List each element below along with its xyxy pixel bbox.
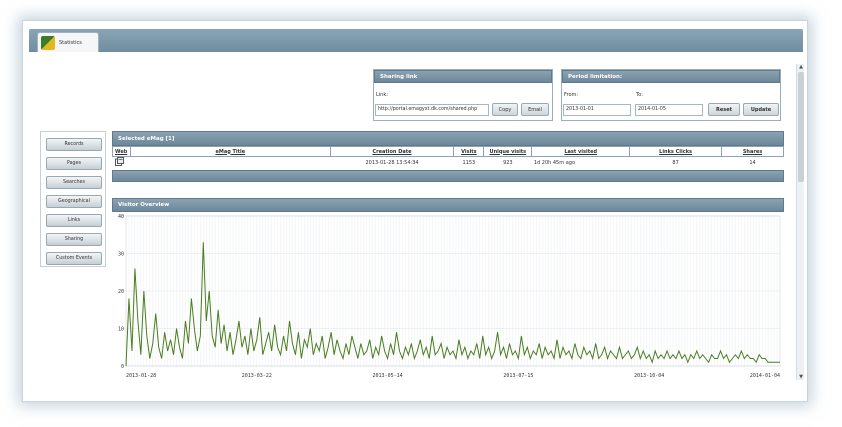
share-link-field[interactable]: http://portal.emagyxt.dk.com/shared.php	[375, 104, 489, 116]
sidebar-item-searches[interactable]: Searches	[46, 176, 102, 189]
col-web[interactable]: Web	[112, 146, 131, 157]
x-tick-label: 2013-10-04	[634, 373, 664, 379]
web-page-icon[interactable]	[114, 157, 124, 166]
update-button[interactable]: Update	[743, 103, 779, 116]
to-label: To:	[636, 92, 643, 98]
tab-label: Statistics	[59, 39, 82, 46]
scroll-down-icon[interactable]: ▼	[797, 374, 805, 380]
x-tick-label: 2014-01-04	[750, 373, 780, 379]
y-tick-label: 40	[118, 214, 124, 220]
sidebar: Records Pages Searches Geographical Link…	[40, 131, 106, 267]
grid-footer-bar	[112, 170, 784, 182]
y-tick-label: 0	[121, 364, 124, 370]
web-cell[interactable]	[113, 157, 131, 169]
col-unique-visits[interactable]: Unique visits	[483, 146, 533, 157]
y-tick-label: 30	[118, 252, 124, 258]
y-tick-label: 20	[118, 289, 124, 295]
emag-title-cell	[130, 157, 330, 169]
x-tick-label: 2013-07-15	[503, 373, 533, 379]
scroll-up-icon[interactable]: ▲	[797, 64, 805, 70]
sidebar-item-links[interactable]: Links	[46, 214, 102, 227]
col-emag-title[interactable]: eMag Title	[129, 146, 331, 157]
selected-emag-grid: Selected eMag [1] Web eMag Title Creatio…	[112, 131, 784, 182]
sidebar-item-pages[interactable]: Pages	[46, 157, 102, 170]
table-row[interactable]: 2013-01-28 13:54:34 1153 923 1d 20h 45m …	[113, 157, 784, 169]
visitor-chart: 0 10 20 30 40 2013-01-28 2013-03-22 2013-05-14 2…	[118, 214, 781, 379]
col-last-visited[interactable]: Last visited	[531, 146, 631, 157]
reset-button[interactable]: Reset	[708, 103, 740, 116]
from-date-field[interactable]: 2013-01-01	[563, 104, 631, 116]
sidebar-item-sharing[interactable]: Sharing	[46, 233, 102, 246]
email-button[interactable]: Email	[521, 103, 549, 116]
col-links-clicks[interactable]: Links Clicks	[629, 146, 722, 157]
col-shares[interactable]: Shares	[721, 146, 784, 157]
y-tick-label: 10	[118, 327, 124, 333]
emag-table: Web eMag Title Creation Date Visits Uniq…	[112, 146, 784, 168]
col-visits[interactable]: Visits	[453, 146, 485, 157]
x-tick-label: 2013-01-28	[126, 373, 156, 379]
sidebar-item-geographical[interactable]: Geographical	[46, 195, 102, 208]
copy-button[interactable]: Copy	[492, 103, 518, 116]
statistics-icon	[41, 35, 55, 50]
visitor-overview-title: Visitor Overview	[112, 198, 784, 212]
visitor-overview-panel: Visitor Overview 0 10 20 30 40 2013-01-28 2013…	[112, 198, 784, 380]
unique-visits-cell: 923	[503, 159, 513, 166]
sidebar-item-records[interactable]: Records	[46, 138, 102, 151]
x-tick-label: 2013-05-14	[373, 373, 403, 379]
sharing-panel-title: Sharing link	[374, 70, 552, 83]
col-creation-date[interactable]: Creation Date	[329, 146, 455, 157]
last-visited-cell: 1d 20h 45m ago	[533, 159, 575, 166]
selected-emag-title: Selected eMag [1]	[112, 131, 784, 146]
window-titlebar: Statistics	[29, 29, 803, 52]
period-panel-title: Period limitation:	[562, 70, 780, 83]
scrollbar-thumb[interactable]	[798, 72, 804, 182]
creation-date-cell: 2013-01-28 13:54:34	[365, 159, 419, 166]
tab-statistics[interactable]: Statistics	[37, 32, 99, 52]
to-date-field[interactable]: 2014-01-05	[635, 104, 703, 116]
visits-cell: 1153	[462, 159, 476, 166]
vertical-scrollbar[interactable]: ▲ ▼	[796, 64, 804, 380]
shares-cell: 14	[749, 159, 756, 166]
link-label: Link:	[376, 92, 388, 98]
from-label: From:	[564, 92, 579, 98]
link-clicks-cell: 87	[672, 159, 679, 166]
x-tick-label: 2013-03-22	[242, 373, 272, 379]
sidebar-item-custom-events[interactable]: Custom Events	[46, 252, 102, 265]
